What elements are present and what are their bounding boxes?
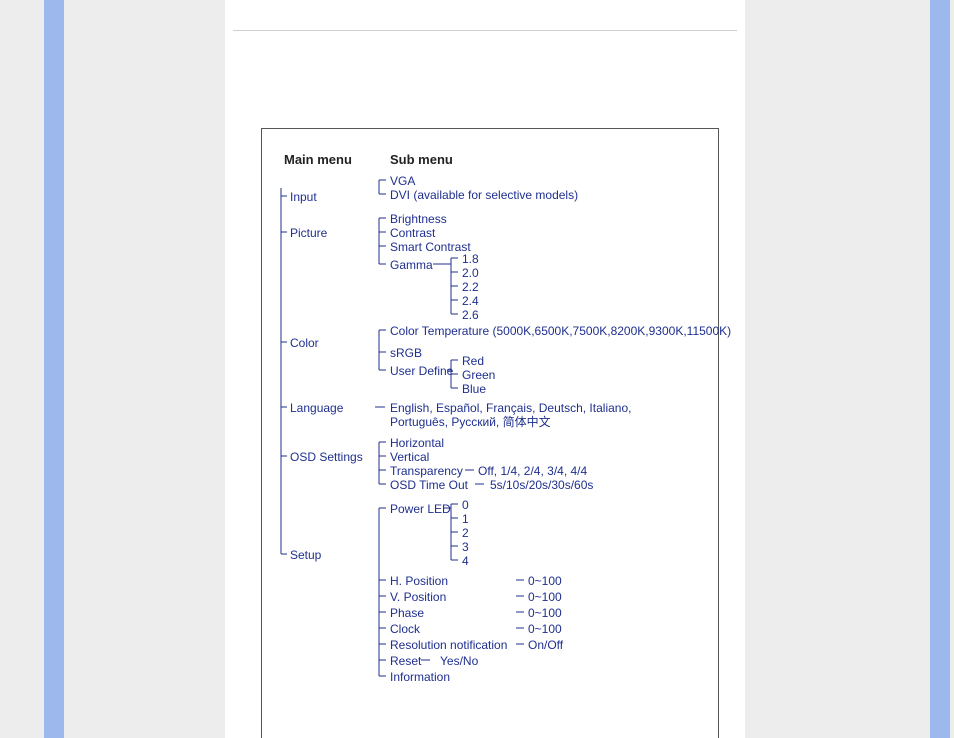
- menu-tree-connectors: [261, 128, 719, 738]
